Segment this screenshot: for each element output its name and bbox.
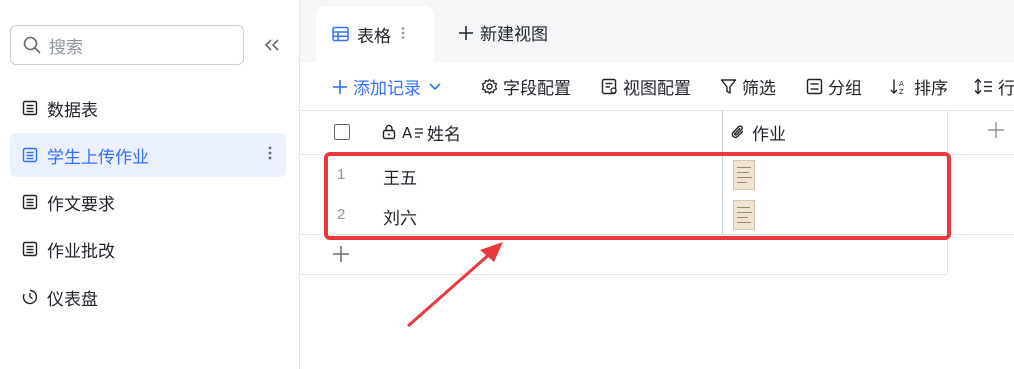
annotation-arrow bbox=[407, 242, 503, 328]
